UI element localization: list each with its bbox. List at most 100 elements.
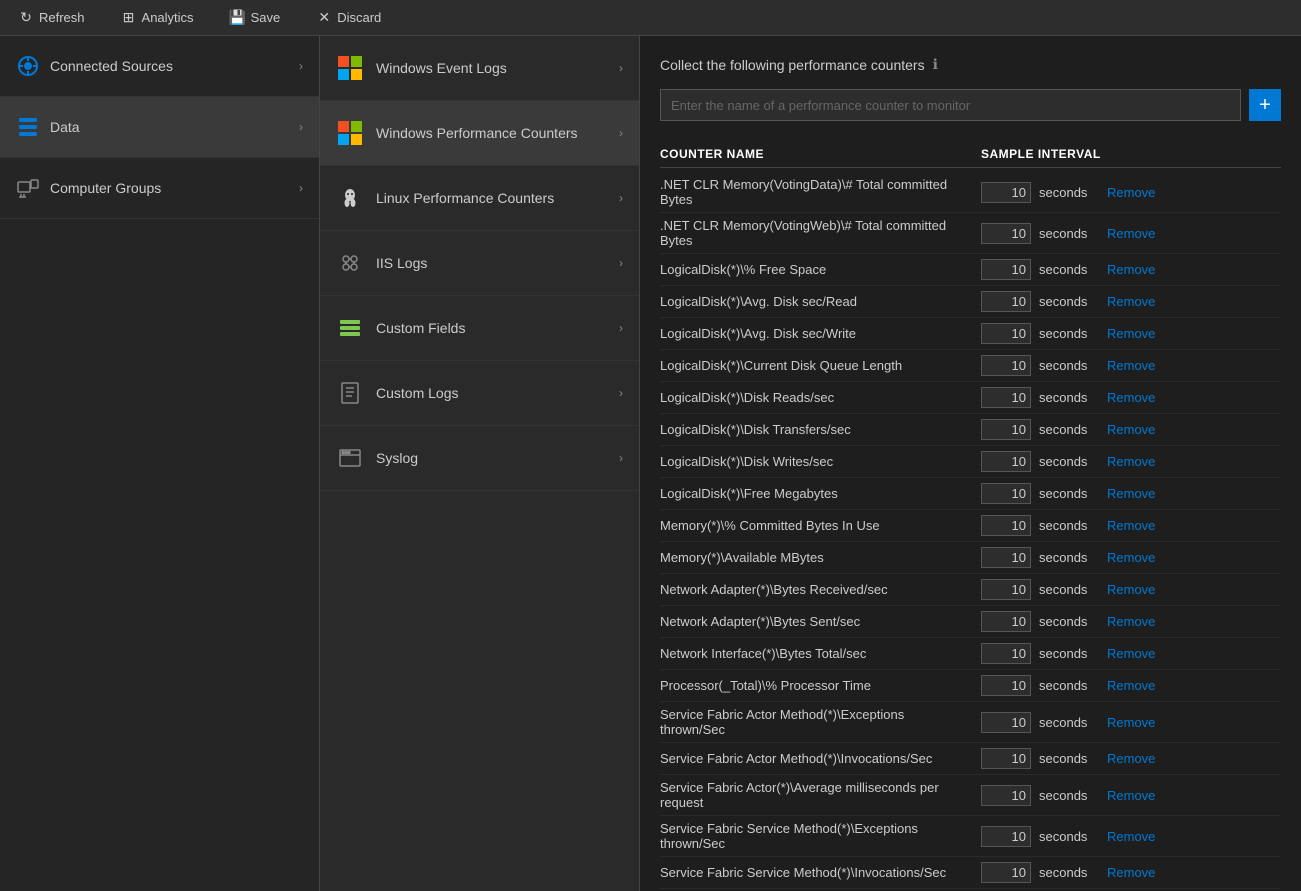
counter-name-cell: LogicalDisk(*)\Avg. Disk sec/Write: [660, 326, 981, 341]
remove-button[interactable]: Remove: [1107, 262, 1155, 277]
remove-button[interactable]: Remove: [1107, 829, 1155, 844]
seconds-label: seconds: [1039, 185, 1099, 200]
middle-menu: Windows Event Logs › Windows Performance…: [320, 36, 640, 891]
remove-button[interactable]: Remove: [1107, 550, 1155, 565]
save-label: Save: [251, 10, 281, 25]
remove-button[interactable]: Remove: [1107, 751, 1155, 766]
discard-icon: ✕: [316, 10, 332, 26]
sidebar-item-data[interactable]: Data ›: [0, 97, 319, 158]
analytics-icon: ⊞: [121, 10, 137, 26]
search-input[interactable]: [660, 89, 1241, 121]
interval-input[interactable]: [981, 291, 1031, 312]
remove-button[interactable]: Remove: [1107, 582, 1155, 597]
interval-input[interactable]: [981, 483, 1031, 504]
counter-name-cell: LogicalDisk(*)\Free Megabytes: [660, 486, 981, 501]
analytics-button[interactable]: ⊞ Analytics: [113, 6, 202, 30]
interval-input[interactable]: [981, 611, 1031, 632]
syslog-icon: [336, 444, 364, 472]
remove-button[interactable]: Remove: [1107, 518, 1155, 533]
remove-button[interactable]: Remove: [1107, 326, 1155, 341]
seconds-label: seconds: [1039, 550, 1099, 565]
remove-button[interactable]: Remove: [1107, 226, 1155, 241]
seconds-label: seconds: [1039, 865, 1099, 880]
interval-input[interactable]: [981, 451, 1031, 472]
custom-logs-chevron: ›: [619, 386, 623, 400]
connected-sources-icon: [16, 54, 40, 78]
interval-input[interactable]: [981, 748, 1031, 769]
seconds-label: seconds: [1039, 829, 1099, 844]
interval-input[interactable]: [981, 785, 1031, 806]
remove-button[interactable]: Remove: [1107, 678, 1155, 693]
sample-interval-header: SAMPLE INTERVAL: [981, 147, 1281, 161]
sidebar-data-chevron: ›: [299, 120, 303, 134]
table-row: LogicalDisk(*)\Disk Writes/secsecondsRem…: [660, 446, 1281, 478]
interval-input[interactable]: [981, 387, 1031, 408]
seconds-label: seconds: [1039, 582, 1099, 597]
menu-item-windows-perf-counters[interactable]: Windows Performance Counters ›: [320, 101, 639, 166]
remove-button[interactable]: Remove: [1107, 358, 1155, 373]
interval-input[interactable]: [981, 712, 1031, 733]
menu-item-custom-logs[interactable]: Custom Logs ›: [320, 361, 639, 426]
seconds-label: seconds: [1039, 358, 1099, 373]
discard-button[interactable]: ✕ Discard: [308, 6, 389, 30]
remove-button[interactable]: Remove: [1107, 390, 1155, 405]
panel-header: Collect the following performance counte…: [660, 56, 1281, 73]
remove-button[interactable]: Remove: [1107, 614, 1155, 629]
interval-input[interactable]: [981, 355, 1031, 376]
info-icon[interactable]: ℹ: [933, 56, 938, 73]
interval-input[interactable]: [981, 259, 1031, 280]
menu-item-linux-perf-counters[interactable]: Linux Performance Counters ›: [320, 166, 639, 231]
remove-button[interactable]: Remove: [1107, 422, 1155, 437]
remove-button[interactable]: Remove: [1107, 486, 1155, 501]
menu-item-syslog[interactable]: Syslog ›: [320, 426, 639, 491]
linux-perf-counters-chevron: ›: [619, 191, 623, 205]
counter-name-cell: LogicalDisk(*)\Current Disk Queue Length: [660, 358, 981, 373]
table-row: .NET CLR Memory(VotingWeb)\# Total commi…: [660, 213, 1281, 254]
interval-input[interactable]: [981, 862, 1031, 883]
counter-name-cell: LogicalDisk(*)\Disk Reads/sec: [660, 390, 981, 405]
seconds-label: seconds: [1039, 646, 1099, 661]
discard-label: Discard: [337, 10, 381, 25]
table-row: LogicalDisk(*)\Disk Reads/secsecondsRemo…: [660, 382, 1281, 414]
save-button[interactable]: 💾 Save: [222, 6, 289, 30]
counter-name-cell: Network Adapter(*)\Bytes Received/sec: [660, 582, 981, 597]
menu-item-custom-fields[interactable]: Custom Fields ›: [320, 296, 639, 361]
counter-name-cell: .NET CLR Memory(VotingData)\# Total comm…: [660, 177, 981, 207]
refresh-button[interactable]: ↻ Refresh: [10, 6, 93, 30]
remove-button[interactable]: Remove: [1107, 294, 1155, 309]
sidebar-item-computer-groups[interactable]: Computer Groups ›: [0, 158, 319, 219]
menu-item-iis-logs[interactable]: IIS Logs ›: [320, 231, 639, 296]
counters-list: .NET CLR Memory(VotingData)\# Total comm…: [660, 172, 1281, 891]
windows-perf-counters-icon: [336, 119, 364, 147]
interval-input[interactable]: [981, 675, 1031, 696]
sidebar-connected-sources-chevron: ›: [299, 59, 303, 73]
table-row: Service Fabric Actor Method(*)\Exception…: [660, 702, 1281, 743]
remove-button[interactable]: Remove: [1107, 454, 1155, 469]
seconds-label: seconds: [1039, 518, 1099, 533]
custom-fields-chevron: ›: [619, 321, 623, 335]
menu-item-windows-event-logs[interactable]: Windows Event Logs ›: [320, 36, 639, 101]
table-row: Processor(_Total)\% Processor Timesecond…: [660, 670, 1281, 702]
interval-input[interactable]: [981, 419, 1031, 440]
interval-input[interactable]: [981, 826, 1031, 847]
counter-name-cell: Service Fabric Actor Method(*)\Exception…: [660, 707, 981, 737]
seconds-label: seconds: [1039, 715, 1099, 730]
interval-input[interactable]: [981, 547, 1031, 568]
interval-input[interactable]: [981, 643, 1031, 664]
interval-input[interactable]: [981, 515, 1031, 536]
interval-input[interactable]: [981, 323, 1031, 344]
syslog-label: Syslog: [376, 450, 418, 466]
remove-button[interactable]: Remove: [1107, 715, 1155, 730]
remove-button[interactable]: Remove: [1107, 646, 1155, 661]
add-counter-button[interactable]: +: [1249, 89, 1281, 121]
remove-button[interactable]: Remove: [1107, 788, 1155, 803]
remove-button[interactable]: Remove: [1107, 865, 1155, 880]
interval-input[interactable]: [981, 182, 1031, 203]
interval-input[interactable]: [981, 223, 1031, 244]
table-row: LogicalDisk(*)\Avg. Disk sec/Readseconds…: [660, 286, 1281, 318]
seconds-label: seconds: [1039, 486, 1099, 501]
interval-input[interactable]: [981, 579, 1031, 600]
computer-groups-icon: [16, 176, 40, 200]
remove-button[interactable]: Remove: [1107, 185, 1155, 200]
sidebar-item-connected-sources[interactable]: Connected Sources ›: [0, 36, 319, 97]
